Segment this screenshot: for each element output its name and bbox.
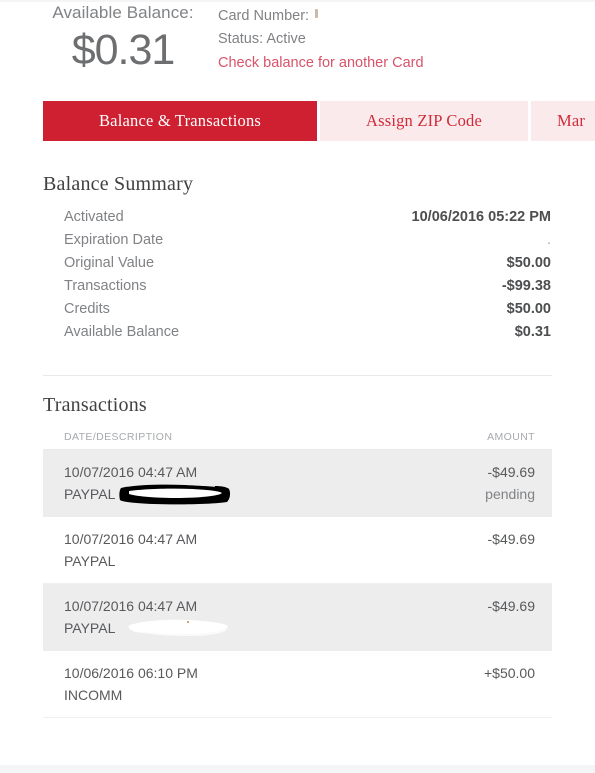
tab-balance-and-transactions[interactable]: Balance & Transactions [43,101,317,141]
transaction-details: 10/06/2016 06:10 PM INCOMM [64,662,198,706]
transaction-amount-block: -$49.69 [488,528,535,550]
card-status-label: Status: Active [218,31,306,47]
transaction-details: 10/07/2016 04:47 AM PAYPAL [64,595,228,639]
status-badge: pending [485,486,535,502]
transaction-amount-block: -$49.69 pending [485,461,535,505]
footer-band [0,765,595,773]
table-row[interactable]: 10/06/2016 06:10 PM INCOMM +$50.00 [43,651,552,718]
summary-key: Credits [64,301,110,317]
transaction-date: 10/06/2016 06:10 PM [64,665,198,681]
summary-row: Available Balance $0.31 [43,324,552,347]
available-balance-label: Available Balance: [52,3,194,22]
transaction-description: PAYPAL [64,553,116,569]
transaction-date: 10/07/2016 04:47 AM [64,531,198,547]
summary-key: Transactions [64,278,147,294]
summary-value: $50.00 [506,301,551,317]
transaction-amount: -$49.69 [487,598,535,614]
transaction-date: 10/07/2016 04:47 AM [64,598,198,614]
summary-row: Transactions -$99.38 [43,278,552,301]
transaction-amount: -$49.69 [487,531,535,547]
balance-summary-title: Balance Summary [43,173,194,195]
transaction-date: 10/07/2016 04:47 AM [64,464,198,480]
transactions-title: Transactions [43,394,147,416]
balance-summary-section: Balance Summary Activated 10/06/2016 05:… [43,173,552,347]
transaction-amount: +$50.00 [484,665,535,681]
summary-row: Original Value $50.00 [43,255,552,278]
summary-row: Activated 10/06/2016 05:22 PM [43,209,552,232]
card-number-label: Card Number: [218,8,310,24]
summary-key: Expiration Date [64,232,164,248]
transaction-description: INCOMM [64,687,123,703]
card-number-row: Card Number: [218,5,558,28]
transactions-table-header: DATE/DESCRIPTION AMOUNT [43,431,552,450]
summary-value: . [546,232,551,248]
balance-header: Available Balance: $0.31 Card Number: St… [0,0,595,95]
tab-bar: Balance & Transactions Assign ZIP Code M… [43,101,595,141]
column-header-date-description: DATE/DESCRIPTION [64,431,173,443]
tab-manage-card[interactable]: Mar [531,101,595,141]
transaction-description: PAYPAL [64,617,228,639]
available-balance-block: Available Balance: $0.31 [38,2,208,75]
balance-summary-rows: Activated 10/06/2016 05:22 PM Expiration… [43,209,552,347]
transaction-amount-block: -$49.69 [488,595,535,617]
transaction-details: 10/07/2016 04:47 AM PAYPAL [64,461,231,505]
summary-key: Available Balance [64,324,180,340]
table-row[interactable]: 10/07/2016 04:47 AM PAYPAL -$49.69 pendi… [43,450,552,517]
table-row[interactable]: 10/07/2016 04:47 AM PAYPAL -$49.69 [43,584,552,651]
transaction-description: PAYPAL [64,483,231,505]
summary-value: 10/06/2016 05:22 PM [411,209,551,225]
transaction-details: 10/07/2016 04:47 AM PAYPAL [64,528,197,572]
summary-value: -$99.38 [501,278,551,294]
redaction-mark-light [126,619,230,637]
transactions-section: Transactions DATE/DESCRIPTION AMOUNT 10/… [43,394,552,718]
summary-value: $50.00 [506,255,551,271]
summary-row: Expiration Date . [43,232,552,255]
summary-value: $0.31 [514,324,551,340]
card-balance-page: Available Balance: $0.31 Card Number: St… [0,0,595,773]
column-header-amount: AMOUNT [487,431,535,443]
summary-key: Original Value [64,255,155,271]
available-balance-amount: $0.31 [71,26,176,74]
transaction-amount-block: +$50.00 [484,662,535,684]
transaction-amount: -$49.69 [487,464,535,480]
tab-assign-zip-code[interactable]: Assign ZIP Code [320,101,528,141]
card-number-redaction-mark [315,9,319,18]
summary-key: Activated [64,209,124,225]
card-info-block: Card Number: Status: Active Check balanc… [218,5,558,75]
redaction-mark-dark [119,484,231,505]
section-divider [43,375,552,376]
check-another-card-link[interactable]: Check balance for another Card [218,52,424,75]
summary-row: Credits $50.00 [43,301,552,324]
table-row[interactable]: 10/07/2016 04:47 AM PAYPAL -$49.69 [43,517,552,584]
